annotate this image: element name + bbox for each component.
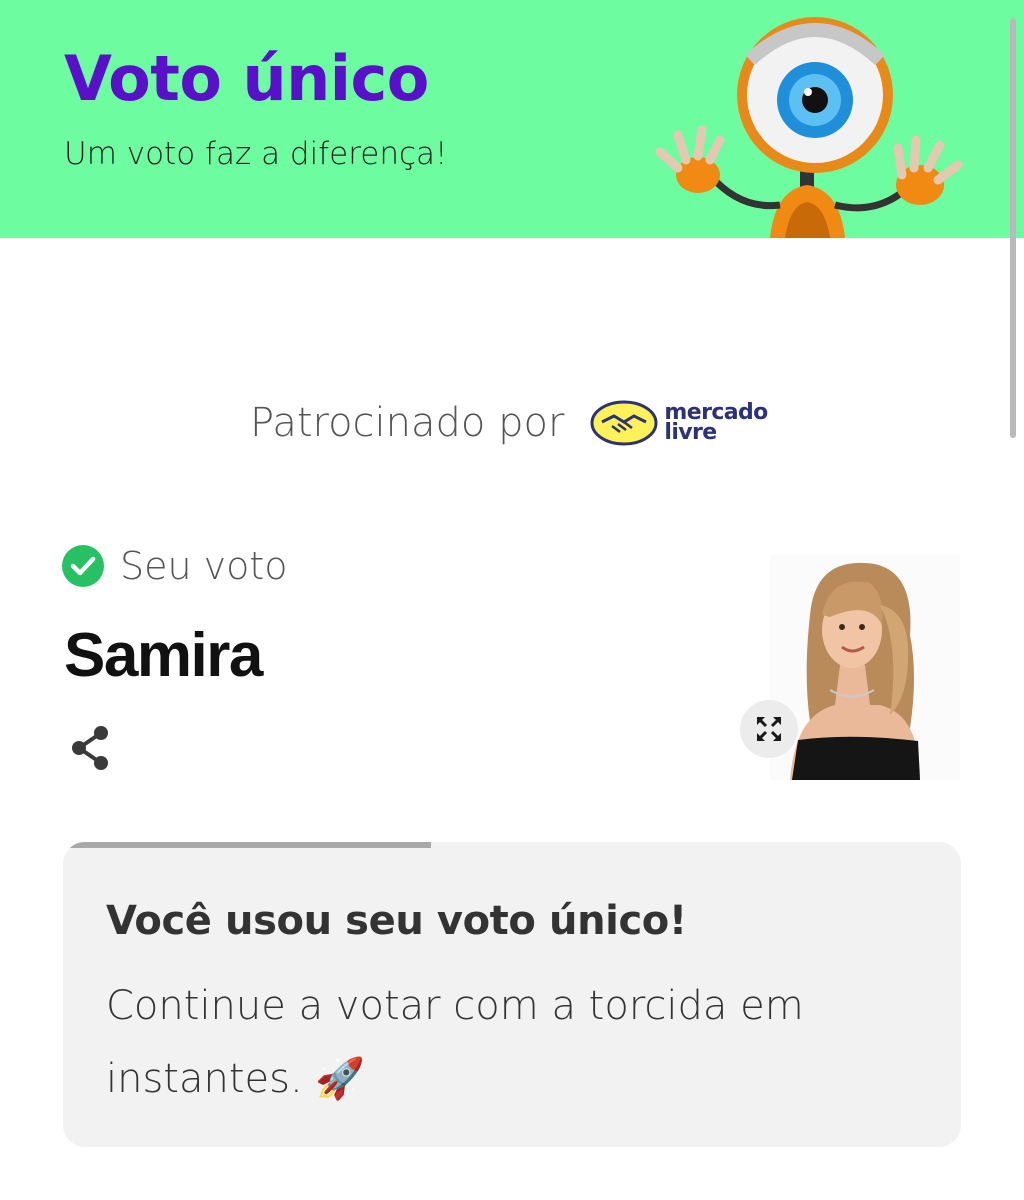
page: Voto único Um voto faz a diferença! Patr… <box>0 0 1024 1200</box>
expand-photo-button[interactable] <box>740 700 798 758</box>
sponsor-label: Patrocinado por <box>250 400 565 446</box>
vote-label-row: Seu voto <box>62 544 288 588</box>
card-progress-bar <box>63 842 432 848</box>
page-subtitle: Um voto faz a diferença! <box>64 136 448 172</box>
sponsor-row: Patrocinado por mercado livre <box>250 388 768 458</box>
scrollbar[interactable] <box>1010 18 1016 438</box>
mercado-livre-wordmark: mercado livre <box>664 402 768 445</box>
share-icon[interactable] <box>68 724 112 772</box>
card-body: Continue a votar com a torcida em instan… <box>106 983 804 1102</box>
page-title: Voto único <box>64 42 429 115</box>
expand-icon <box>757 717 781 741</box>
logo-line-2: livre <box>664 420 717 445</box>
mercado-livre-logo: mercado livre <box>590 400 768 446</box>
check-circle-icon <box>62 545 104 587</box>
info-card: Você usou seu voto único! Continue a vot… <box>63 842 961 1147</box>
handshake-icon <box>590 400 658 446</box>
candidate-photo[interactable] <box>770 555 960 780</box>
card-title: Você usou seu voto único! <box>106 898 687 944</box>
big-brother-eye-mascot-icon <box>655 17 963 238</box>
vote-label: Seu voto <box>120 544 288 588</box>
candidate-name: Samira <box>64 621 263 690</box>
header-banner: Voto único Um voto faz a diferença! <box>0 0 1024 238</box>
